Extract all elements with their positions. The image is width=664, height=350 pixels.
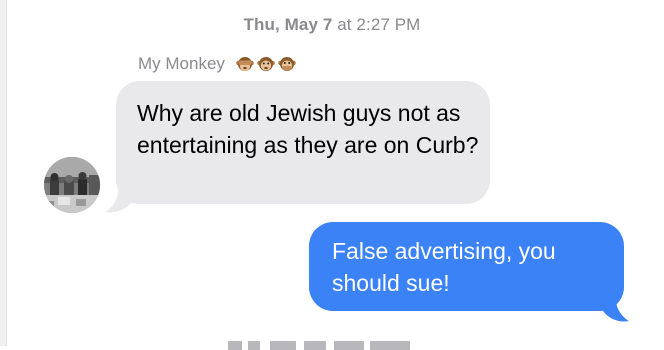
- timestamp-day: Thu, May 7: [243, 15, 333, 34]
- incoming-message-bubble[interactable]: Why are old Jewish guys not as entertain…: [116, 81, 490, 204]
- sender-name: My Monkey: [138, 54, 225, 73]
- message-timestamp: Thu, May 7 at 2:27 PM: [0, 15, 664, 35]
- outgoing-message-bubble[interactable]: False advertising, you should sue!: [309, 222, 624, 311]
- sidebar-edge: [0, 0, 7, 346]
- next-timestamp-partial: [200, 338, 460, 350]
- timestamp-time: at 2:27 PM: [337, 15, 421, 34]
- monkey-face-icon: [257, 55, 275, 73]
- contact-avatar[interactable]: [44, 157, 100, 213]
- see-no-evil-monkey-icon: [236, 55, 254, 73]
- speak-no-evil-monkey-icon: [278, 55, 296, 73]
- incoming-message-text: Why are old Jewish guys not as entertain…: [137, 100, 479, 158]
- outgoing-message-text: False advertising, you should sue!: [332, 238, 556, 296]
- sender-label: My Monkey: [138, 52, 296, 76]
